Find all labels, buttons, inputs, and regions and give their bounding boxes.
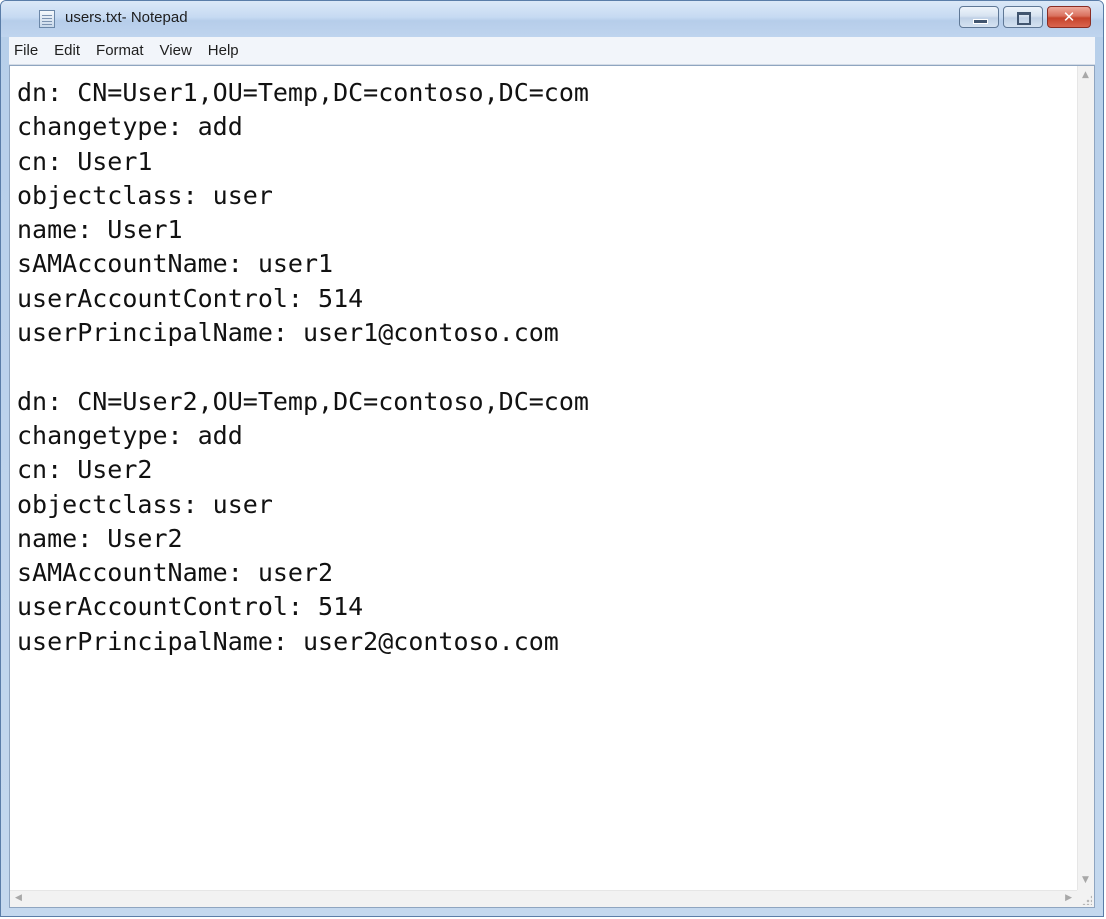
scroll-up-icon[interactable]: ▲ xyxy=(1082,71,1089,80)
text-line: userAccountControl: 514 xyxy=(17,283,364,313)
menu-bar: File Edit Format View Help xyxy=(9,37,1095,65)
title-bar[interactable]: users.txt- Notepad ✕ xyxy=(1,1,1103,37)
text-line xyxy=(17,350,1077,384)
text-line: sAMAccountName: user1 xyxy=(17,249,334,279)
menu-help[interactable]: Help xyxy=(200,37,247,64)
close-button[interactable]: ✕ xyxy=(1047,6,1091,28)
menu-file[interactable]: File xyxy=(9,37,46,64)
text-content[interactable]: dn: CN=User1,OU=Temp,DC=contoso,DC=com c… xyxy=(10,66,1077,890)
text-line: objectclass: user xyxy=(17,180,273,210)
resize-grip-icon[interactable] xyxy=(1082,895,1092,905)
minimize-icon xyxy=(973,19,988,24)
scroll-right-icon[interactable]: ▶ xyxy=(1065,894,1072,903)
vertical-scrollbar[interactable]: ▲ ▼ xyxy=(1077,66,1094,890)
notepad-icon[interactable] xyxy=(39,10,55,28)
text-line: name: User1 xyxy=(17,215,183,245)
horizontal-scrollbar[interactable]: ◀ ▶ xyxy=(10,890,1077,907)
text-editor[interactable]: dn: CN=User1,OU=Temp,DC=contoso,DC=com c… xyxy=(9,65,1095,908)
text-line: cn: User2 xyxy=(17,455,153,485)
notepad-window: users.txt- Notepad ✕ File Edit Format Vi… xyxy=(0,0,1104,917)
text-line: dn: CN=User2,OU=Temp,DC=contoso,DC=com xyxy=(17,386,589,416)
text-line: sAMAccountName: user2 xyxy=(17,558,334,588)
window-title: users.txt- Notepad xyxy=(65,9,188,26)
menu-view[interactable]: View xyxy=(152,37,200,64)
text-line: userPrincipalName: user2@contoso.com xyxy=(17,626,559,656)
caption-buttons: ✕ xyxy=(959,6,1091,28)
text-line: cn: User1 xyxy=(17,146,153,176)
scroll-down-icon[interactable]: ▼ xyxy=(1082,876,1089,885)
minimize-button[interactable] xyxy=(959,6,999,28)
text-line: userPrincipalName: user1@contoso.com xyxy=(17,318,559,348)
text-line: changetype: add xyxy=(17,112,243,142)
text-line: userAccountControl: 514 xyxy=(17,592,364,622)
scrollbar-corner xyxy=(1077,890,1094,907)
scroll-left-icon[interactable]: ◀ xyxy=(15,894,22,903)
maximize-button[interactable] xyxy=(1003,6,1043,28)
menu-format[interactable]: Format xyxy=(88,37,152,64)
maximize-icon xyxy=(1017,12,1031,25)
menu-edit[interactable]: Edit xyxy=(46,37,88,64)
text-line: objectclass: user xyxy=(17,489,273,519)
text-line: dn: CN=User1,OU=Temp,DC=contoso,DC=com xyxy=(17,78,589,107)
text-line: name: User2 xyxy=(17,523,183,553)
text-line: changetype: add xyxy=(17,420,243,450)
close-icon: ✕ xyxy=(1062,8,1076,26)
